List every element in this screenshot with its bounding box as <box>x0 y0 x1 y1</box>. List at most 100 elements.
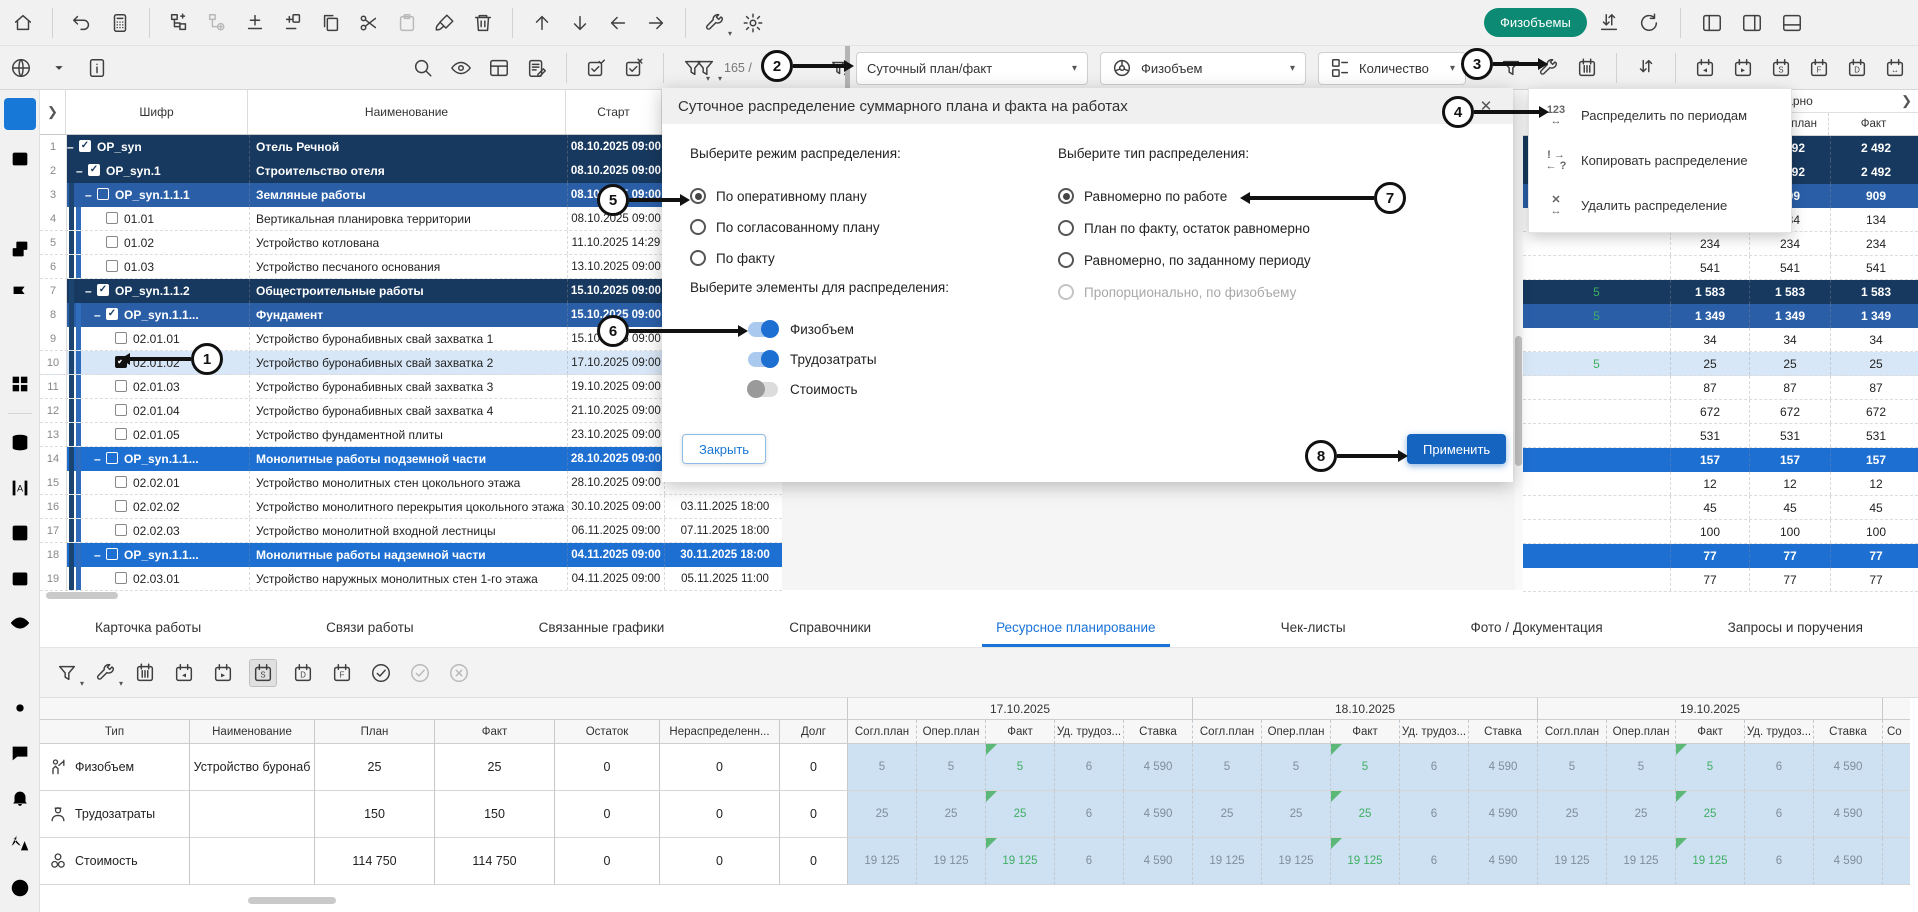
resource-col-header[interactable]: Наименование <box>190 720 315 744</box>
row-checkbox[interactable]: ✓ <box>106 308 118 320</box>
refresh-icon[interactable] <box>1636 10 1662 36</box>
row-duplicate-icon[interactable] <box>280 10 306 36</box>
toggle-1[interactable]: Трудозатраты <box>748 352 877 367</box>
summary-row[interactable]: 541541541 <box>1523 256 1918 280</box>
menu-item-delete-distribution[interactable]: ✕↔Удалить распределение <box>1529 183 1791 228</box>
clipboard-edit-icon[interactable] <box>524 55 550 81</box>
resource-col-header[interactable]: Долг <box>780 720 848 744</box>
tree-row[interactable]: 1602.02.02Устройство монолитного перекры… <box>40 495 782 519</box>
calendar-d-icon[interactable]: D <box>290 660 316 686</box>
collapse-icon[interactable]: – <box>85 279 92 303</box>
globe-icon[interactable] <box>8 55 34 81</box>
tab-8[interactable]: Запросы и поручения <box>1728 608 1863 647</box>
sidebar-item-hatch[interactable] <box>4 323 36 355</box>
gear-icon[interactable] <box>740 10 766 36</box>
date-col-header[interactable]: Согл.план <box>1193 720 1262 744</box>
checkbox-x-icon[interactable] <box>621 55 647 81</box>
sidebar-item-translate[interactable] <box>4 827 36 859</box>
brush-icon[interactable] <box>432 10 458 36</box>
tab-5[interactable]: Ресурсное планирование <box>996 608 1156 647</box>
cut-icon[interactable] <box>356 10 382 36</box>
toggle-2[interactable]: Стоимость <box>748 382 858 397</box>
sidebar-item-database[interactable] <box>4 427 36 459</box>
row-add-icon[interactable] <box>242 10 268 36</box>
home-icon[interactable] <box>10 10 36 36</box>
date-col-header[interactable]: Ставка <box>1124 720 1193 744</box>
horizontal-scrollbar-thumb[interactable] <box>46 592 118 599</box>
row-checkbox[interactable] <box>115 500 127 512</box>
resource-col-header[interactable]: Факт <box>435 720 555 744</box>
tab-1[interactable]: Карточка работы <box>95 608 201 647</box>
tree-row[interactable]: 1902.03.01Устройство наружных монолитных… <box>40 567 782 591</box>
sidebar-item-info-circle[interactable] <box>4 872 36 904</box>
menu-item-copy-distribution[interactable]: ! →← ?Копировать распределение <box>1529 138 1791 183</box>
row-checkbox[interactable] <box>106 452 118 464</box>
funnel-icon[interactable] <box>692 55 718 81</box>
summary-row[interactable]: 672672672 <box>1523 400 1918 424</box>
transfer-underline-icon[interactable] <box>1596 10 1622 36</box>
collapse-icon[interactable]: – <box>94 447 101 471</box>
resource-row[interactable]: Стоимость114 750114 75000019 12519 12519… <box>40 838 1918 885</box>
row-checkbox[interactable] <box>106 236 118 248</box>
calendar-f-icon[interactable]: F <box>1806 55 1832 81</box>
summary-row[interactable]: 343434 <box>1523 328 1918 352</box>
menu-item-distribute-periods[interactable]: 123↔Распределить по периодам <box>1529 93 1791 138</box>
wrench-icon[interactable] <box>702 10 728 36</box>
arrow-down-icon[interactable] <box>567 10 593 36</box>
sidebar-item-list[interactable] <box>4 517 36 549</box>
row-checkbox[interactable]: ✓ <box>79 140 91 152</box>
sidebar-item-kanban[interactable] <box>4 143 36 175</box>
calendar-f-icon[interactable]: F <box>329 660 355 686</box>
calculator-icon[interactable] <box>107 10 133 36</box>
trash-icon[interactable] <box>470 10 496 36</box>
summary-row[interactable]: 51 3491 3491 349 <box>1523 304 1918 328</box>
sidebar-item-brightness[interactable] <box>4 692 36 724</box>
summary-row[interactable]: 5252525 <box>1523 352 1918 376</box>
tab-6[interactable]: Чек-листы <box>1281 608 1346 647</box>
summary-row[interactable]: 531531531 <box>1523 424 1918 448</box>
sidebar-item-bell[interactable] <box>4 782 36 814</box>
date-col-header[interactable]: Уд. трудоз... <box>1400 720 1469 744</box>
chevron-right-icon[interactable]: ❯ <box>1901 93 1912 109</box>
date-col-header[interactable]: Уд. трудоз... <box>1055 720 1124 744</box>
resource-col-header[interactable]: Остаток <box>555 720 660 744</box>
row-checkbox[interactable] <box>106 212 118 224</box>
tree-row[interactable]: 1702.02.03Устройство монолитной входной … <box>40 519 782 543</box>
mode-radio-2[interactable]: По факту <box>690 250 775 266</box>
date-col-header[interactable]: Уд. трудоз... <box>1745 720 1814 744</box>
calendar-s-icon[interactable]: S <box>1768 55 1794 81</box>
row-checkbox[interactable] <box>115 404 127 416</box>
tab-3[interactable]: Связанные графики <box>539 608 665 647</box>
sidebar-item-layers[interactable] <box>4 233 36 265</box>
row-checkbox[interactable] <box>115 380 127 392</box>
tree-add-icon[interactable] <box>166 10 192 36</box>
summary-row[interactable]: 121212 <box>1523 472 1918 496</box>
toggle-icon[interactable] <box>748 322 778 337</box>
toggle-icon[interactable] <box>748 352 778 367</box>
calendar-grid-icon[interactable] <box>132 660 158 686</box>
sidebar-item-chart[interactable] <box>4 188 36 220</box>
toggle-icon[interactable] <box>748 382 778 397</box>
row-checkbox[interactable] <box>115 524 127 536</box>
summary-row[interactable]: 51 5831 5831 583 <box>1523 280 1918 304</box>
wrench-icon[interactable] <box>93 660 119 686</box>
row-checkbox[interactable] <box>115 572 127 584</box>
date-col-header[interactable]: Согл.план <box>1538 720 1607 744</box>
collapse-icon[interactable]: – <box>94 543 101 567</box>
resource-col-header[interactable]: Нераспределенн... <box>660 720 780 744</box>
panel-bottom-icon[interactable] <box>1779 10 1805 36</box>
resource-dropdown[interactable]: Физобъем▾ <box>1100 52 1306 85</box>
toggle-0[interactable]: Физобъем <box>748 322 854 337</box>
row-checkbox[interactable]: ✓ <box>88 164 100 176</box>
summary-row[interactable]: 454545 <box>1523 496 1918 520</box>
layout-icon[interactable] <box>486 55 512 81</box>
resource-col-header[interactable]: Тип <box>40 720 190 744</box>
panel-left-icon[interactable] <box>1699 10 1725 36</box>
row-checkbox[interactable]: ✓ <box>97 284 109 296</box>
summary-row[interactable]: 234234234 <box>1523 232 1918 256</box>
undo-icon[interactable] <box>69 10 95 36</box>
eye-icon[interactable] <box>448 55 474 81</box>
date-col-header[interactable]: Опер.план <box>917 720 986 744</box>
calendar-grid-icon[interactable] <box>1574 55 1600 81</box>
caret-down-icon[interactable] <box>46 55 72 81</box>
